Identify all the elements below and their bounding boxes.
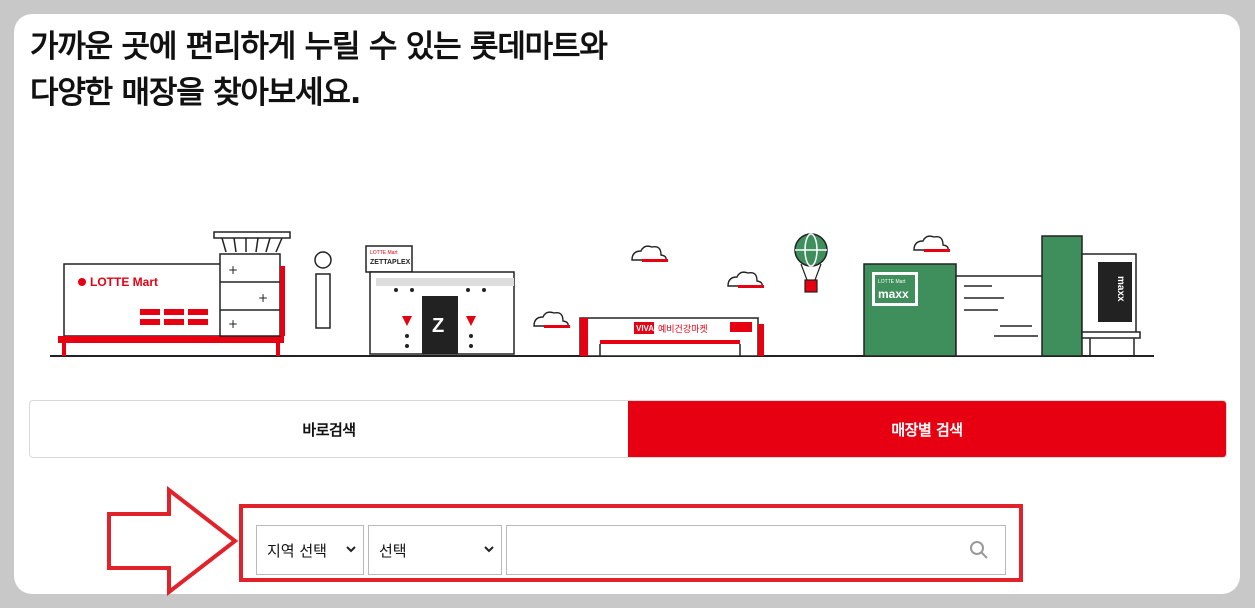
store-type-select[interactable]: 선택 xyxy=(368,525,502,575)
lotte-mart-building: LOTTE Mart + + + xyxy=(58,231,291,356)
arrow-annotation-icon xyxy=(107,486,239,596)
viva-building: VIVA 예비건강마켓 xyxy=(579,317,764,357)
tab-store-search[interactable]: 매장별 검색 xyxy=(628,401,1226,457)
viva-sign: VIVA xyxy=(636,324,654,333)
maxx-sign: maxx xyxy=(878,287,909,301)
lotte-mart-sign: LOTTE Mart xyxy=(90,275,158,289)
tab-quick-search-label: 바로검색 xyxy=(302,420,356,439)
search-icon[interactable] xyxy=(968,539,990,561)
tab-store-search-label: 매장별 검색 xyxy=(891,420,963,439)
store-type-select-value: 선택 xyxy=(379,541,407,560)
maxx-small-sign: LOTTE Mart xyxy=(878,279,906,285)
chevron-down-icon xyxy=(484,546,494,553)
viva-store-name: 예비건강마켓 xyxy=(658,324,708,335)
svg-text:+: + xyxy=(228,317,238,331)
search-mode-tabs: 바로검색 매장별 검색 xyxy=(29,400,1227,458)
search-form-highlight: 지역 선택 선택 xyxy=(239,504,1023,582)
store-search-input[interactable] xyxy=(506,525,1006,575)
maxx-building: LOTTE Mart maxx maxx xyxy=(863,235,1141,357)
lamp-post xyxy=(314,251,332,329)
region-select-value: 지역 선택 xyxy=(267,541,327,560)
zettaplex-small-sign: LOTTE Mart xyxy=(370,250,398,256)
tab-quick-search[interactable]: 바로검색 xyxy=(30,401,628,457)
zettaplex-building: LOTTE Mart ZETTAPLEX Z xyxy=(365,245,515,355)
chevron-down-icon xyxy=(346,546,356,553)
zettaplex-letter: Z xyxy=(432,315,444,337)
hot-air-balloon xyxy=(794,233,828,293)
svg-text:+: + xyxy=(228,263,238,277)
maxx-tower-sign: maxx xyxy=(1115,276,1126,302)
region-select[interactable]: 지역 선택 xyxy=(256,525,364,575)
zettaplex-sign: ZETTAPLEX xyxy=(370,259,411,266)
svg-text:+: + xyxy=(258,291,268,305)
